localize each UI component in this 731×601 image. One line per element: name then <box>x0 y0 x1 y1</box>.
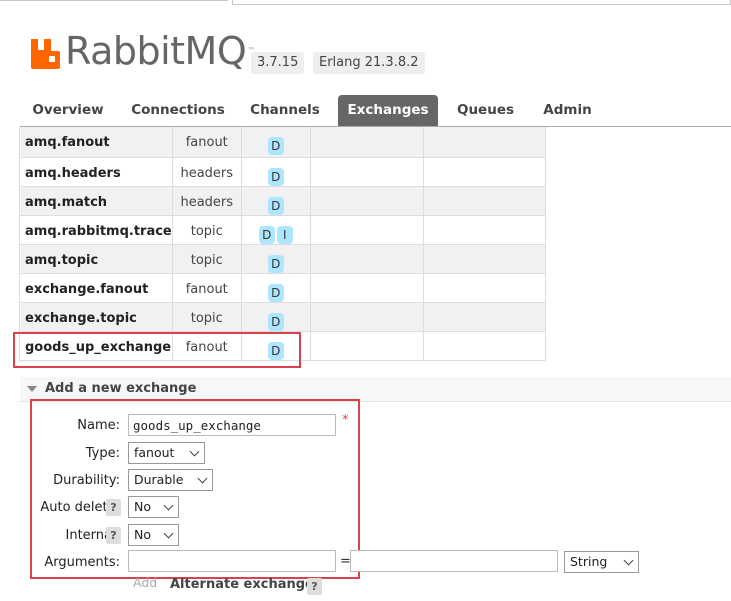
exchange-type: fanout <box>171 127 242 158</box>
collapse-arrow-icon <box>27 386 37 392</box>
durable-feature-badge: D <box>267 196 284 215</box>
top-frame <box>232 0 731 5</box>
durable-feature-badge: D <box>267 312 284 331</box>
alternate-exchange-label[interactable]: Alternate exchange <box>170 577 314 592</box>
chevron-down-icon <box>189 446 200 457</box>
auto-delete-select[interactable]: No <box>128 496 179 518</box>
table-row[interactable]: amq.headers headers D <box>19 156 546 187</box>
section-title: Add a new exchange <box>45 381 197 396</box>
exchange-name-link[interactable]: amq.rabbitmq.trace <box>19 214 173 245</box>
empty-cell <box>422 301 546 332</box>
empty-cell <box>309 185 424 216</box>
empty-cell <box>309 330 424 361</box>
tab-queues[interactable]: Queues <box>448 95 523 126</box>
erlang-version-badge: Erlang 21.3.8.2 <box>313 52 425 74</box>
empty-cell <box>422 272 546 303</box>
durable-feature-badge: D <box>267 254 284 273</box>
exchange-type: topic <box>171 243 242 274</box>
empty-cell <box>309 243 424 274</box>
top-rule <box>0 0 228 1</box>
exchanges-table: amq.fanout fanout D amq.headers headers … <box>19 127 546 361</box>
empty-cell <box>309 301 424 332</box>
exchange-type: topic <box>171 301 242 332</box>
help-icon[interactable]: ? <box>307 578 322 595</box>
type-label: Type: <box>85 446 120 461</box>
empty-cell <box>309 214 424 245</box>
exchange-type: fanout <box>171 272 242 303</box>
internal-feature-badge: I <box>276 225 293 244</box>
name-label: Name: <box>77 418 120 433</box>
chevron-down-icon <box>197 473 208 484</box>
exchange-type: topic <box>171 214 242 245</box>
chevron-down-icon <box>163 500 174 511</box>
empty-cell <box>309 156 424 187</box>
highlight-box-new-row <box>13 332 301 368</box>
arguments-label: Arguments: <box>44 555 120 570</box>
auto-delete-select-value: No <box>134 499 151 514</box>
version-badge: 3.7.15 <box>251 52 305 74</box>
required-marker: * <box>342 413 349 428</box>
durability-label: Durability: <box>53 473 120 488</box>
exchange-name-link[interactable]: amq.topic <box>19 243 173 274</box>
exchange-name-link[interactable]: amq.fanout <box>19 127 173 158</box>
argument-key-input[interactable] <box>128 550 336 572</box>
logo-text: RabbitMQ <box>65 29 247 73</box>
browser-top-edge <box>0 0 731 6</box>
tab-admin[interactable]: Admin <box>533 95 602 126</box>
exchange-type: headers <box>171 156 242 187</box>
exchange-name-link[interactable]: exchange.fanout <box>19 272 173 303</box>
empty-cell <box>422 243 546 274</box>
rabbit-logo-icon <box>31 39 60 69</box>
help-icon[interactable]: ? <box>106 499 121 516</box>
tab-channels[interactable]: Channels <box>242 95 328 126</box>
table-row[interactable]: exchange.topic topic D <box>19 301 546 332</box>
main-nav-tabs: Overview Connections Channels Exchanges … <box>20 95 731 127</box>
durability-select-value: Durable <box>134 472 184 487</box>
help-icon[interactable]: ? <box>106 527 121 544</box>
empty-cell <box>422 214 546 245</box>
exchange-name-link[interactable]: amq.headers <box>19 156 173 187</box>
argument-value-input[interactable] <box>350 550 558 572</box>
empty-cell <box>422 330 546 361</box>
logo-wordmark: RabbitMQ™ <box>65 29 255 73</box>
table-row[interactable]: amq.topic topic D <box>19 243 546 274</box>
exchange-name-link[interactable]: exchange.topic <box>19 301 173 332</box>
internal-select[interactable]: No <box>128 524 179 546</box>
durable-feature-badge: D <box>258 225 275 244</box>
type-select[interactable]: fanout <box>128 442 205 464</box>
empty-cell <box>422 156 546 187</box>
type-select-value: fanout <box>134 445 175 460</box>
name-input[interactable]: goods_up_exchange <box>128 414 336 436</box>
tab-connections[interactable]: Connections <box>125 95 231 126</box>
tab-exchanges[interactable]: Exchanges <box>338 95 438 126</box>
internal-select-value: No <box>134 527 151 542</box>
add-argument-link[interactable]: Add <box>133 575 157 590</box>
empty-cell <box>309 127 424 158</box>
empty-cell <box>309 272 424 303</box>
durability-select[interactable]: Durable <box>128 469 213 491</box>
argument-type-select[interactable]: String <box>564 551 639 573</box>
empty-cell <box>422 127 546 158</box>
table-row[interactable]: amq.fanout fanout D <box>19 127 546 158</box>
empty-cell <box>422 185 546 216</box>
table-row[interactable]: amq.rabbitmq.trace topic DI <box>19 214 546 245</box>
table-row[interactable]: amq.match headers D <box>19 185 546 216</box>
durable-feature-badge: D <box>267 137 284 155</box>
chevron-down-icon <box>163 528 174 539</box>
durable-feature-badge: D <box>267 167 284 186</box>
chevron-down-icon <box>623 555 634 566</box>
table-row[interactable]: exchange.fanout fanout D <box>19 272 546 303</box>
tab-overview[interactable]: Overview <box>20 95 116 126</box>
exchange-type: headers <box>171 185 242 216</box>
durable-feature-badge: D <box>267 283 284 302</box>
exchange-name-link[interactable]: amq.match <box>19 185 173 216</box>
argument-type-value: String <box>570 554 608 569</box>
